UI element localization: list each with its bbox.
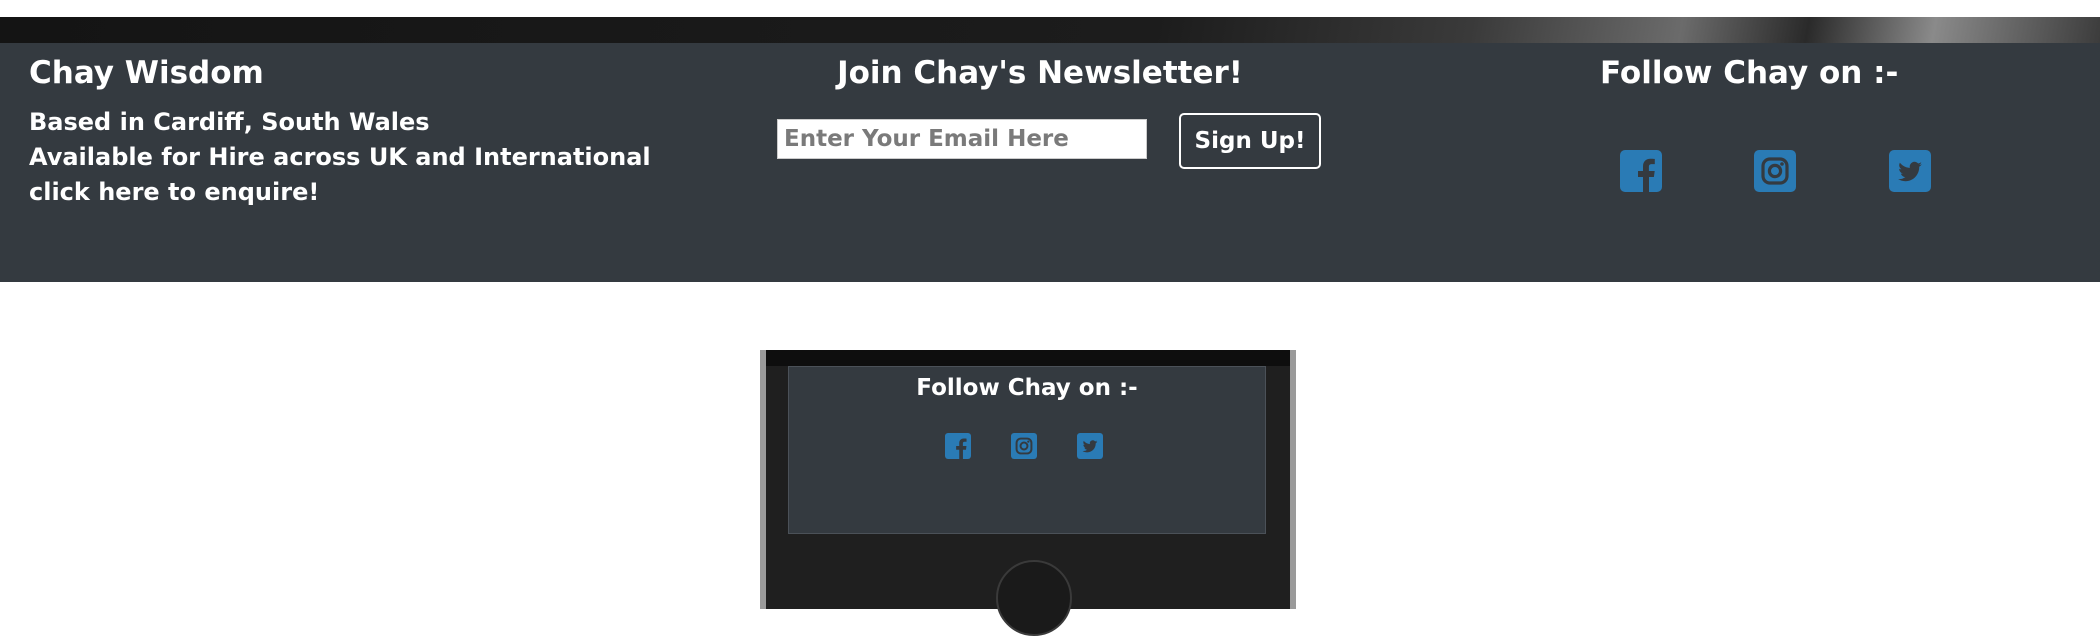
- brand-name: Chay Wisdom: [29, 55, 264, 91]
- social-heading: Follow Chay on :-: [1600, 55, 1899, 91]
- newsletter-form: Sign Up!: [777, 113, 1321, 169]
- hero-image-strip: [0, 17, 2100, 43]
- mobile-footer-preview: Follow Chay on :-: [788, 366, 1266, 534]
- mobile-social-heading: Follow Chay on :-: [916, 375, 1138, 401]
- footer-about: Chay Wisdom Based in Cardiff, South Wale…: [29, 53, 729, 210]
- social-section: Follow Chay on :-: [1600, 53, 1900, 93]
- twitter-icon[interactable]: [1077, 433, 1103, 459]
- instagram-icon[interactable]: [1011, 433, 1037, 459]
- email-input[interactable]: [777, 119, 1147, 159]
- enquire-link[interactable]: click here to enquire!: [29, 175, 729, 210]
- location-text: Based in Cardiff, South Wales: [29, 108, 430, 136]
- newsletter-heading: Join Chay's Newsletter!: [837, 55, 1243, 91]
- site-footer: Chay Wisdom Based in Cardiff, South Wale…: [0, 43, 2100, 282]
- instagram-icon[interactable]: [1754, 150, 1796, 192]
- mobile-preview-mockup: Follow Chay on :-: [760, 350, 1296, 636]
- twitter-icon[interactable]: [1889, 150, 1931, 192]
- newsletter-section: Join Chay's Newsletter! Sign Up!: [760, 53, 1321, 169]
- facebook-icon[interactable]: [1620, 150, 1662, 192]
- signup-button[interactable]: Sign Up!: [1179, 113, 1321, 169]
- facebook-icon[interactable]: [945, 433, 971, 459]
- phone-screen-top: [766, 350, 1290, 366]
- availability-text: Available for Hire across UK and Interna…: [29, 143, 651, 171]
- phone-home-button: [996, 560, 1072, 636]
